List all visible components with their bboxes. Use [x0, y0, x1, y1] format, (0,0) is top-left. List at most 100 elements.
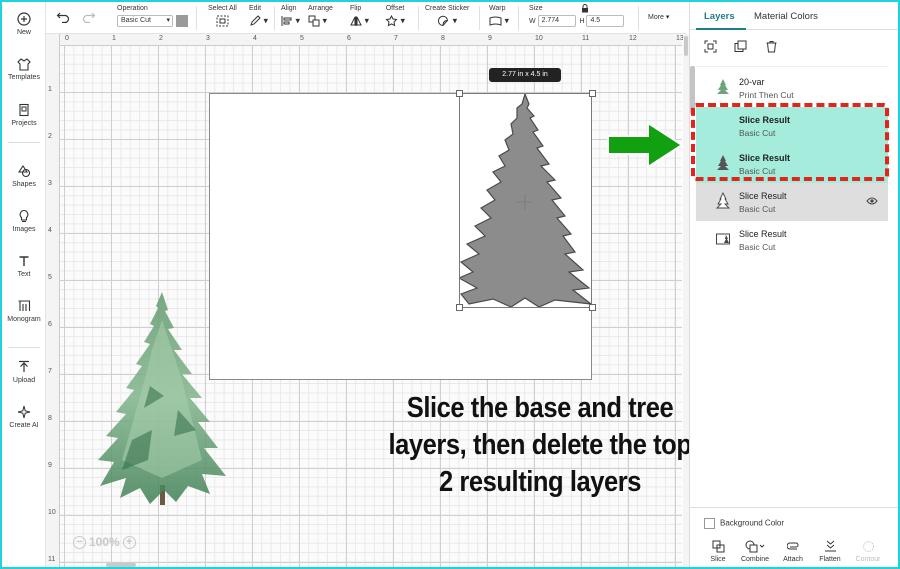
- ruler-number: 12: [629, 35, 637, 42]
- zoom-in-button[interactable]: +: [122, 536, 136, 550]
- trash-icon[interactable]: [765, 40, 778, 53]
- selection-bounding-box: [459, 93, 592, 308]
- nav-label: Create AI: [9, 422, 39, 429]
- plus-circle-icon: [17, 12, 31, 26]
- ruler-number: 5: [48, 274, 52, 281]
- resize-handle[interactable]: [589, 304, 596, 311]
- width-label: W: [529, 17, 536, 25]
- slice-button[interactable]: Slice: [699, 540, 737, 563]
- flatten-button[interactable]: Flatten: [811, 540, 849, 563]
- nav-label: New: [16, 29, 31, 36]
- eye-icon[interactable]: [866, 196, 878, 206]
- toolbar-divider: [518, 6, 519, 30]
- upload-icon: [19, 360, 29, 372]
- tab-layers[interactable]: Layers: [704, 11, 735, 22]
- ruler-number: 5: [300, 35, 304, 42]
- ruler-number: 6: [347, 35, 351, 42]
- size-group: Size W 2.774 H 4.5: [529, 5, 625, 27]
- nav-templates[interactable]: Templates: [2, 57, 46, 81]
- lock-icon[interactable]: [581, 4, 589, 13]
- nav-text[interactable]: Text: [2, 254, 46, 278]
- select-all-label: Select All: [208, 5, 237, 12]
- nav-new[interactable]: New: [2, 12, 46, 36]
- vertical-ruler: 1 2 3 4 5 6 7 8 9 10 11: [46, 34, 60, 567]
- contour-icon: [862, 541, 874, 552]
- group-icon[interactable]: [704, 40, 717, 53]
- warp-group[interactable]: Warp ▾: [489, 5, 509, 27]
- offset-group[interactable]: Offset ▾: [385, 5, 405, 27]
- resize-handle[interactable]: [589, 90, 596, 97]
- pencil-icon: [250, 15, 261, 26]
- background-color-option[interactable]: Background Color: [704, 518, 784, 529]
- contour-button[interactable]: Contour: [849, 540, 887, 563]
- select-all-group[interactable]: Select All: [208, 5, 237, 27]
- scroll-thumb[interactable]: [684, 36, 688, 56]
- edit-toolbar: Operation Basic Cut Select All Edit ▾ Al…: [46, 2, 686, 34]
- nav-label: Images: [12, 226, 36, 233]
- layers-panel: Layers Material Colors 20-var Print Then…: [689, 2, 899, 567]
- layer-row[interactable]: 20-var Print Then Cut: [696, 69, 888, 107]
- text-icon: [19, 256, 29, 266]
- combine-button[interactable]: Combine: [736, 540, 774, 563]
- operation-color-swatch[interactable]: [176, 15, 188, 27]
- operation-select[interactable]: Basic Cut: [117, 15, 173, 27]
- ruler-number: 9: [488, 35, 492, 42]
- nav-upload[interactable]: Upload: [2, 360, 46, 384]
- size-label: Size: [529, 5, 543, 12]
- duplicate-icon[interactable]: [734, 40, 747, 53]
- background-color-checkbox[interactable]: [704, 518, 715, 529]
- offset-label: Offset: [385, 5, 405, 12]
- height-label: H: [579, 17, 585, 25]
- resize-handle[interactable]: [456, 90, 463, 97]
- nav-label: Projects: [11, 120, 37, 127]
- layer-operation: Print Then Cut: [739, 90, 794, 100]
- shirt-icon: [17, 58, 31, 71]
- zoom-out-button[interactable]: −: [73, 536, 86, 550]
- background-color-label: Background Color: [720, 518, 785, 528]
- ruler-number: 4: [48, 227, 52, 234]
- tab-material-colors[interactable]: Material Colors: [754, 11, 818, 22]
- width-input[interactable]: 2.774: [537, 15, 576, 27]
- ruler-number: 0: [65, 35, 69, 42]
- slice-icon: [712, 540, 724, 553]
- create-sticker-group[interactable]: Create Sticker ▾: [425, 5, 469, 27]
- layer-name: 20-var: [739, 77, 765, 87]
- canvas-horizontal-scrollbar[interactable]: [106, 563, 136, 567]
- sparkle-icon: [17, 405, 31, 419]
- ruler-number: 1: [48, 86, 52, 93]
- panel-tabs: Layers Material Colors: [690, 2, 899, 30]
- nav-monogram[interactable]: Monogram: [2, 299, 46, 323]
- flip-icon: [350, 16, 362, 26]
- layer-row[interactable]: Slice Result Basic Cut: [696, 221, 888, 259]
- nav-projects[interactable]: Projects: [2, 103, 46, 127]
- layer-operation: Basic Cut: [739, 204, 776, 214]
- nav-divider: [8, 347, 40, 348]
- resize-handle[interactable]: [456, 304, 463, 311]
- layer-row[interactable]: Slice Result Basic Cut: [696, 183, 888, 221]
- toolbar-divider: [479, 6, 480, 30]
- sticker-icon: [438, 15, 449, 27]
- more-label: More: [648, 14, 664, 21]
- undo-icon[interactable]: [56, 11, 70, 23]
- redo-icon[interactable]: [82, 11, 96, 23]
- flip-group[interactable]: Flip ▾: [350, 5, 369, 27]
- arrange-group[interactable]: Arrange ▾: [308, 5, 333, 27]
- attach-button[interactable]: Attach: [774, 540, 812, 563]
- nav-shapes[interactable]: Shapes: [2, 164, 46, 188]
- ruler-number: 1: [112, 35, 116, 42]
- more-menu[interactable]: More ▾: [648, 13, 669, 21]
- size-tooltip: 2.77 in x 4.5 in: [489, 68, 561, 82]
- edit-group[interactable]: Edit ▾: [249, 5, 268, 27]
- create-sticker-label: Create Sticker: [425, 5, 470, 12]
- ruler-number: 3: [48, 180, 52, 187]
- nav-create-ai[interactable]: Create AI: [2, 405, 46, 429]
- nav-images[interactable]: Images: [2, 209, 46, 233]
- layer-name: Slice Result: [739, 229, 787, 239]
- align-group[interactable]: Align ▾: [281, 5, 300, 27]
- align-label: Align: [281, 5, 297, 12]
- arrange-icon: [308, 15, 320, 27]
- rectangle-thumbnail-icon: [716, 233, 730, 245]
- height-input[interactable]: 4.5: [586, 15, 625, 27]
- action-label: Slice: [710, 556, 726, 563]
- ruler-number: 3: [206, 35, 210, 42]
